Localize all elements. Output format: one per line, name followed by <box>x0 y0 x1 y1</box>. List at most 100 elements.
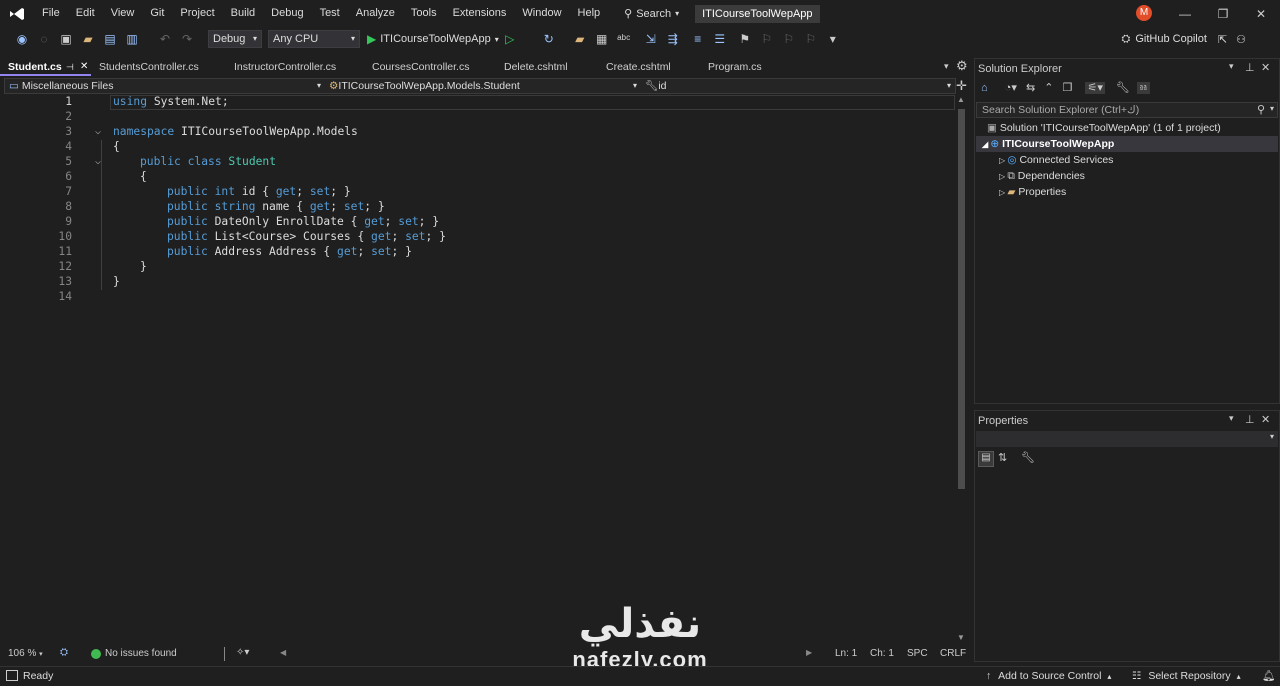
restore-icon[interactable]: ❐ <box>1204 7 1242 21</box>
code-editor[interactable]: 1 2 3 4 5 6 7 8 9 10 11 12 13 14 ⌵ ⌵ using System.Net… <box>0 95 955 645</box>
hscroll-left-icon[interactable]: ◀ <box>280 648 286 657</box>
tab-delete-cshtml[interactable]: Delete.cshtml <box>496 58 598 76</box>
layout-icon[interactable]: ▦ <box>594 31 610 47</box>
prev-bookmark-icon[interactable]: ⚐ <box>759 31 775 47</box>
pin-icon[interactable]: ⊣ <box>66 58 74 76</box>
pin-icon[interactable]: ⊥ <box>1245 61 1255 74</box>
add-to-source-control-button[interactable]: ↑ Add to Source Control ▴ <box>986 670 1111 682</box>
solution-search-input[interactable]: Search Solution Explorer (Ctrl+ك) ⚲ ▾ <box>976 102 1278 118</box>
menu-item-edit[interactable]: Edit <box>68 0 103 27</box>
menu-item-analyze[interactable]: Analyze <box>348 0 403 27</box>
panel-options-icon[interactable]: ▾ <box>1229 61 1234 72</box>
line-indicator[interactable]: Ln: 1 <box>835 648 857 659</box>
collapse-namespace-icon[interactable]: ⌵ <box>95 126 101 137</box>
preview-icon[interactable]: ⎂ <box>1136 82 1150 94</box>
spell-check-icon[interactable]: ᵃᵇᶜ <box>616 31 632 47</box>
tab-create-cshtml[interactable]: Create.cshtml <box>598 58 700 76</box>
line-ending-indicator[interactable]: CRLF <box>940 648 966 659</box>
scroll-up-icon[interactable]: ▲ <box>957 95 965 104</box>
alphabetical-icon[interactable]: ⇅ <box>998 451 1007 464</box>
menu-item-test[interactable]: Test <box>312 0 348 27</box>
object-selector-dropdown[interactable]: ▾ <box>976 431 1278 447</box>
menu-item-debug[interactable]: Debug <box>263 0 311 27</box>
member-dropdown[interactable]: 🔧︎id ▾ <box>641 79 955 93</box>
vertical-scrollbar[interactable]: ▲ ▼ <box>955 95 968 645</box>
pin-icon[interactable]: ⊥ <box>1245 413 1255 426</box>
scroll-thumb[interactable] <box>958 109 965 489</box>
github-copilot-button[interactable]: ⛭ GitHub Copilot ⇱ ⚇ <box>1122 27 1246 51</box>
menu-item-file[interactable]: File <box>34 0 68 27</box>
format-icon[interactable]: ⇶ <box>665 31 681 47</box>
properties-wrench-icon[interactable]: 🔧︎ <box>1116 82 1130 94</box>
open-folder-icon[interactable]: ▰ <box>80 31 96 47</box>
undo-icon[interactable]: ↶ <box>157 31 173 47</box>
bookmark-icon[interactable]: ⚑ <box>737 31 753 47</box>
toolbar-overflow-icon[interactable]: ▾ <box>825 31 841 47</box>
clear-bookmarks-icon[interactable]: ⚐ <box>803 31 819 47</box>
zoom-dropdown[interactable]: 106 % ▾ <box>8 648 56 659</box>
menu-item-tools[interactable]: Tools <box>403 0 445 27</box>
back-icon[interactable]: ◉ <box>14 31 30 47</box>
menu-item-git[interactable]: Git <box>142 0 172 27</box>
project-dropdown[interactable]: ▭ Miscellaneous Files ▾ <box>5 79 325 93</box>
copilot-status-icon[interactable]: ⛭ <box>60 647 68 658</box>
add-navigation-icon[interactable]: ✛ <box>956 78 967 94</box>
status-output-icon[interactable] <box>6 670 18 681</box>
forward-icon[interactable]: ◌ <box>36 31 52 47</box>
select-repository-button[interactable]: ☷ Select Repository ▴ <box>1132 670 1241 682</box>
indent-icon[interactable]: ≡ <box>690 31 706 47</box>
menu-item-project[interactable]: Project <box>172 0 222 27</box>
tab-program-cs[interactable]: Program.cs <box>700 58 790 76</box>
menu-item-view[interactable]: View <box>103 0 143 27</box>
tree-solution[interactable]: ▣ Solution 'ITICourseToolWepApp' (1 of 1… <box>987 120 1221 136</box>
outdent-icon[interactable]: ☰ <box>712 31 728 47</box>
property-pages-icon[interactable]: 🔧︎ <box>1021 451 1035 464</box>
close-icon[interactable]: ✕ <box>1261 413 1270 426</box>
tab-overflow-icon[interactable]: ▾ <box>944 61 949 72</box>
categorized-icon[interactable]: ▤ <box>978 451 994 467</box>
collapse-all-icon[interactable]: ⌃ <box>1044 82 1053 94</box>
panel-options-icon[interactable]: ▾ <box>1229 413 1234 424</box>
hscroll-right-icon[interactable]: ▶ <box>806 648 812 657</box>
minimize-icon[interactable]: — <box>1166 7 1204 21</box>
tab-studentscontroller-cs[interactable]: StudentsController.cs <box>91 58 226 76</box>
close-tab-icon[interactable]: ✕ <box>80 58 88 76</box>
search-button[interactable]: ⚲ Search ▾ <box>616 7 687 21</box>
next-bookmark-icon[interactable]: ⚐ <box>781 31 797 47</box>
show-all-files-icon[interactable]: ❒ <box>1063 82 1073 94</box>
save-icon[interactable]: ▤ <box>102 31 118 47</box>
redo-icon[interactable]: ↷ <box>179 31 195 47</box>
back-arrow-icon[interactable]: ⇆ <box>1026 82 1035 94</box>
scroll-down-icon[interactable]: ▼ <box>957 633 965 642</box>
type-dropdown[interactable]: ⚙ITICourseToolWepApp.Models.Student ▾ <box>325 79 641 93</box>
sync-icon[interactable]: ◔▾ <box>1005 82 1017 94</box>
account-avatar[interactable]: M <box>1136 5 1152 21</box>
tab-instructorcontroller-cs[interactable]: InstructorController.cs <box>226 58 364 76</box>
tab-student-cs[interactable]: Student.cs ⊣ ✕ <box>0 58 91 76</box>
close-icon[interactable]: ✕ <box>1261 61 1270 74</box>
run-button[interactable]: ▶ ITICourseToolWepApp ▾ <box>367 32 499 46</box>
tree-item-properties[interactable]: ▷ ▰ Properties <box>999 184 1066 200</box>
home-icon[interactable]: ⌂ <box>981 82 988 94</box>
whitespace-indicator[interactable]: SPC <box>907 648 928 659</box>
menu-item-build[interactable]: Build <box>223 0 263 27</box>
tree-project[interactable]: ◢ ⊕ ITICourseToolWepApp <box>976 136 1278 152</box>
menu-item-help[interactable]: Help <box>570 0 609 27</box>
filter-icon[interactable]: ⚟▾ <box>1085 82 1105 94</box>
column-indicator[interactable]: Ch: 1 <box>870 648 894 659</box>
menu-item-window[interactable]: Window <box>514 0 569 27</box>
code-cleanup-icon[interactable]: ✧▾ <box>236 647 249 658</box>
split-editor-icon[interactable]: ⚙ <box>956 58 968 74</box>
visual-studio-logo-icon[interactable] <box>0 0 34 27</box>
menu-item-extensions[interactable]: Extensions <box>445 0 515 27</box>
tab-coursescontroller-cs[interactable]: CoursesController.cs <box>364 58 496 76</box>
close-icon[interactable]: ✕ <box>1242 7 1280 21</box>
start-without-debugging-icon[interactable]: ▷ <box>502 31 518 47</box>
save-all-icon[interactable]: ▥ <box>124 31 140 47</box>
notifications-icon[interactable]: 🔔︎ <box>1262 669 1275 682</box>
tree-item-dependencies[interactable]: ▷ ⧉ Dependencies <box>999 168 1085 184</box>
folder-icon[interactable]: ▰ <box>572 31 588 47</box>
new-project-icon[interactable]: ▣ <box>58 31 74 47</box>
refresh-icon[interactable]: ↻ <box>541 31 557 47</box>
step-icon[interactable]: ⇲ <box>643 31 659 47</box>
